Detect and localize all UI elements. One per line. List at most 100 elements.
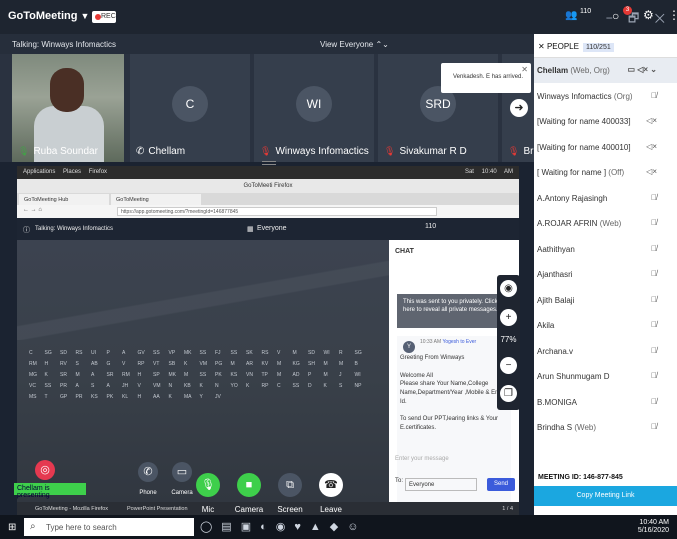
tile-name: Winways Infomactics — [275, 146, 369, 157]
audio-status-icon: 🎙̸ — [651, 218, 657, 227]
meeting-id: MEETING ID: 146-877-845 — [538, 474, 623, 481]
grid-initials: H — [137, 394, 142, 400]
private-message-note[interactable]: This was sent to you privately. Click he… — [397, 294, 511, 328]
grid-initials: AR — [246, 361, 253, 367]
grid-initials: K — [44, 372, 48, 378]
grid-initials: KL — [122, 394, 129, 400]
grid-initials: SR — [60, 372, 67, 378]
avatar: WI — [296, 86, 332, 122]
record-icon[interactable]: ◎ — [35, 460, 55, 480]
windows-start-icon[interactable]: ⊞ — [8, 522, 16, 533]
grid-initials: PG — [215, 361, 223, 367]
copy-link-button[interactable]: Copy Meeting Link — [534, 486, 677, 506]
avatar: Y — [403, 341, 415, 353]
os-top-bar: Applications Places Firefox Sat 10:40 AM — [17, 166, 519, 179]
camera-icon[interactable]: ◉ — [500, 280, 517, 297]
grid-initials: RP — [137, 361, 145, 367]
grid-initials: SK — [246, 350, 253, 356]
chat-title: CHAT — [395, 248, 414, 255]
camera-small-icon[interactable]: ▭ — [172, 462, 192, 482]
grid-initials: MS — [29, 394, 37, 400]
grid-initials: FJ — [215, 350, 221, 356]
participant-row[interactable]: Chellam (Web, Org) ▭ ◁× ⌄ — [534, 58, 677, 83]
video-tile-winways[interactable]: WI 🎙 Winways Infomactics — [254, 54, 374, 162]
grid-initials: RV — [60, 361, 67, 367]
participant-row[interactable]: A.ROJAR AFRIN (Web) 🎙̸ — [534, 211, 677, 236]
grid-initials: VP — [168, 350, 176, 356]
participant-row[interactable]: Arun Shunmugam D 🎙̸ — [534, 364, 677, 389]
close-icon[interactable]: ✕ — [538, 42, 547, 51]
participant-name: [ Waiting for name ] — [537, 168, 607, 177]
phone-icon[interactable]: ✆ — [138, 462, 158, 482]
grid-initials: K — [168, 394, 172, 400]
taskbar-search[interactable]: Type here to search — [24, 518, 194, 536]
close-icon[interactable]: ✕ — [521, 65, 528, 74]
video-tile-chellam[interactable]: C ✆ Chellam — [130, 54, 250, 162]
camera-icon[interactable]: ■ — [237, 473, 261, 497]
participant-row[interactable]: [ Waiting for name ] (Off) ◁× — [534, 160, 677, 185]
participant-row[interactable]: [Waiting for name 400033] ◁× — [534, 109, 677, 134]
copy-icon[interactable]: ❐ — [500, 385, 517, 402]
grid-initials: P — [106, 350, 110, 356]
grid-initials: SD — [60, 350, 67, 356]
participant-row[interactable]: A.Antony Rajasingh 🎙̸ — [534, 186, 677, 211]
participant-row[interactable]: B.MONIGA 🎙̸ — [534, 390, 677, 415]
grid-initials: B — [354, 361, 358, 367]
participant-row[interactable]: Brindha S (Web) 🎙̸ — [534, 415, 677, 440]
grid-initials: V — [122, 361, 126, 367]
zoom-in-icon[interactable]: + — [500, 309, 517, 326]
grid-icon: ▦ — [247, 226, 254, 233]
audio-status-icon: ▭ ◁× ⌄ — [627, 65, 657, 74]
grid-initials: M — [277, 361, 282, 367]
grid-initials: M — [323, 372, 328, 378]
participant-row[interactable]: [Waiting for name 400010] ◁× — [534, 135, 677, 160]
next-arrow-icon[interactable]: ➜ — [510, 99, 528, 117]
leave-icon[interactable]: ☎ — [319, 473, 343, 497]
people-icon[interactable]: 👥 — [565, 10, 577, 21]
participant-name: Aathithyan — [537, 244, 575, 254]
tray-time: 10:40 AM — [639, 519, 669, 526]
inner-gtm-bar: ⓘ Talking: Winways Infomactics ▦ Everyon… — [17, 218, 519, 240]
grid-initials: H — [44, 361, 49, 367]
grid-initials: K — [184, 361, 188, 367]
grid-initials: SS — [199, 372, 207, 378]
taskbar-apps-icon[interactable]: ◯▤▣◐◉♥▲◆☺ — [200, 520, 367, 533]
os-clock: Sat 10:40 AM — [464, 169, 513, 175]
zoom-out-icon[interactable]: − — [500, 357, 517, 374]
drag-handle[interactable] — [262, 161, 276, 165]
grid-initials: TP — [261, 372, 268, 378]
participant-row[interactable]: Winways Infomactics (Org) 🎙̸ — [534, 84, 677, 109]
screen-icon[interactable]: ⧉ — [278, 473, 302, 497]
mic-icon[interactable]: 🎙 — [196, 473, 220, 497]
audio-status-icon: 🎙̸ — [651, 422, 657, 431]
grid-initials: YO — [230, 383, 238, 389]
participant-name: A.Antony Rajasingh — [537, 193, 608, 203]
tray-date: 5/16/2020 — [637, 527, 669, 535]
grid-initials: Y — [199, 394, 203, 400]
app-logo[interactable]: GoToMeeting ▼ — [8, 10, 89, 22]
participant-row[interactable]: Archana.v 🎙̸ — [534, 339, 677, 364]
participant-row[interactable]: Ajith Balaji 🎙̸ — [534, 288, 677, 313]
grid-initials: T — [44, 394, 48, 400]
grid-initials: RS — [75, 350, 83, 356]
audio-status-icon: 🎙̸ — [651, 243, 657, 253]
chat-sender: Yogesh to Ever — [442, 339, 477, 345]
grid-initials: G — [106, 361, 111, 367]
grid-initials: SG — [354, 350, 362, 356]
tile-name: Brin — [523, 146, 534, 157]
participant-row[interactable]: Akila 🎙̸ — [534, 313, 677, 338]
participant-row[interactable]: Aathithyan 🎙̸ — [534, 237, 677, 262]
grid-initials: VT — [153, 361, 160, 367]
participant-name: B.MONIGA — [537, 397, 578, 407]
grid-initials: VC — [29, 383, 36, 389]
participant-tag: (Web) — [599, 219, 622, 228]
grid-initials: JH — [122, 383, 129, 389]
participant-row[interactable]: Ajanthasri 🎙̸ — [534, 262, 677, 287]
grid-initials: A — [106, 383, 110, 389]
window-controls[interactable]: − 🗗 ✕ — [606, 9, 671, 30]
video-tile-ruba[interactable]: 🎙 Ruba Soundar — [12, 54, 124, 162]
inner-talking: Talking: Winways Infomactics — [35, 226, 114, 232]
tile-name: Ruba Soundar — [33, 146, 98, 157]
view-selector[interactable]: View Everyone ⌃⌄ — [320, 40, 389, 49]
grid-initials: M — [75, 372, 80, 378]
